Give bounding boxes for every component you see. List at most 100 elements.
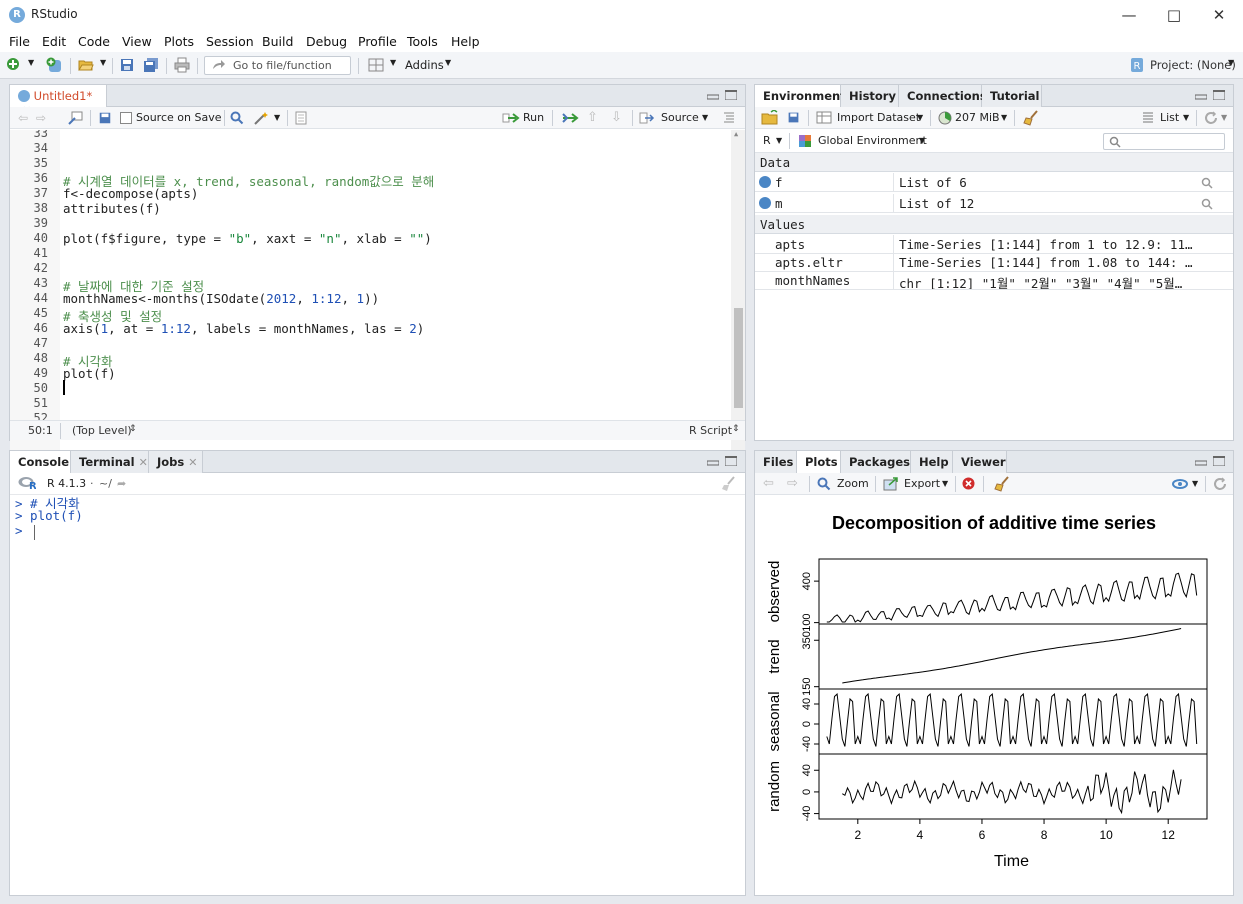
publish-dropdown-icon[interactable]: ▼ [1192, 479, 1198, 488]
open-file-icon[interactable] [78, 57, 94, 73]
forward-arrow-icon[interactable]: ⇨ [36, 111, 46, 125]
code-tools-wand-icon[interactable] [253, 111, 269, 125]
tab-packages[interactable]: Packages [841, 451, 911, 473]
export-dropdown-icon[interactable]: ▼ [942, 479, 948, 488]
menu-build[interactable]: Build [262, 34, 293, 49]
close-terminal-icon[interactable]: ✕ [139, 456, 148, 469]
maximize-button[interactable]: □ [1151, 0, 1197, 30]
compile-report-icon[interactable] [294, 111, 308, 125]
clear-plots-broom-icon[interactable] [994, 476, 1010, 492]
clear-workspace-broom-icon[interactable] [1023, 110, 1039, 126]
project-dropdown-icon[interactable]: ▼ [1228, 58, 1234, 67]
view-object-icon[interactable] [1201, 177, 1213, 189]
memory-usage[interactable]: 207 MiB [955, 111, 1000, 124]
tab-history[interactable]: History [841, 85, 899, 107]
menu-plots[interactable]: Plots [164, 34, 194, 49]
outline-icon[interactable] [723, 111, 735, 123]
tab-plots[interactable]: Plots [797, 451, 841, 474]
view-mode-dropdown-icon[interactable]: ▼ [1183, 113, 1189, 122]
previous-plot-icon[interactable]: ⇦ [763, 476, 774, 491]
menu-code[interactable]: Code [78, 34, 110, 49]
language-dropdown-icon[interactable]: ▼ [776, 136, 782, 145]
tab-connections[interactable]: Connections [899, 85, 987, 107]
expand-object-icon[interactable] [759, 176, 771, 188]
minimize-pane-icon[interactable] [1195, 456, 1207, 466]
maximize-pane-icon[interactable] [725, 456, 737, 466]
addins-dropdown-icon[interactable]: ▼ [445, 58, 451, 67]
load-workspace-icon[interactable] [761, 110, 779, 125]
env-value-row[interactable]: apts Time-Series [1:144] from 1 to 12.9:… [755, 235, 1233, 254]
new-file-icon[interactable] [6, 57, 22, 73]
maximize-pane-icon[interactable] [725, 90, 737, 100]
search-icon[interactable] [230, 111, 244, 125]
close-jobs-icon[interactable]: ✕ [188, 456, 197, 469]
expand-object-icon[interactable] [759, 197, 771, 209]
close-button[interactable]: ✕ [1196, 0, 1242, 30]
env-value-row[interactable]: apts.eltr Time-Series [1:144] from 1.08 … [755, 253, 1233, 272]
pane-layout-icon[interactable] [368, 57, 384, 73]
export-button[interactable]: Export [904, 477, 940, 490]
tab-environment[interactable]: Environment [755, 85, 846, 108]
pane-layout-dropdown-icon[interactable]: ▼ [390, 58, 396, 67]
file-type-updown-icon[interactable]: ⇕ [732, 424, 740, 434]
new-project-icon[interactable] [46, 57, 62, 73]
goto-file-input[interactable]: Go to file/function [204, 56, 351, 75]
scope-dropdown-icon[interactable]: ▼ [919, 136, 925, 145]
rerun-icon[interactable] [561, 112, 581, 124]
project-menu[interactable]: Project: (None) [1150, 58, 1236, 72]
show-in-window-icon[interactable] [68, 111, 83, 125]
refresh-icon[interactable] [1204, 111, 1218, 125]
save-workspace-icon[interactable] [787, 111, 800, 124]
save-icon[interactable] [119, 57, 135, 73]
goto-directory-icon[interactable]: ➦ [117, 477, 126, 490]
language-selector[interactable]: R [763, 134, 771, 147]
tab-terminal[interactable]: Terminal ✕ [71, 451, 149, 473]
menu-help[interactable]: Help [451, 34, 480, 49]
maximize-pane-icon[interactable] [1213, 456, 1225, 466]
environment-search-input[interactable] [1103, 133, 1225, 150]
back-arrow-icon[interactable]: ⇦ [18, 111, 28, 125]
env-data-row[interactable]: f List of 6 [755, 173, 1233, 192]
minimize-button[interactable]: — [1106, 0, 1152, 30]
scope-selector[interactable]: (Top Level) [72, 424, 132, 437]
env-value-row[interactable]: monthNames chr [1:12] "1월" "2월" "3월" "4월… [755, 271, 1233, 290]
tab-files[interactable]: Files [755, 451, 797, 473]
menu-debug[interactable]: Debug [306, 34, 347, 49]
view-mode-selector[interactable]: List [1160, 111, 1179, 124]
menu-tools[interactable]: Tools [407, 34, 438, 49]
source-on-save-checkbox[interactable] [120, 112, 132, 124]
save-all-icon[interactable] [143, 57, 159, 73]
menu-session[interactable]: Session [206, 34, 254, 49]
source-button[interactable]: Source [661, 111, 699, 124]
open-recent-dropdown-icon[interactable]: ▼ [100, 58, 106, 67]
memory-dropdown-icon[interactable]: ▼ [1001, 113, 1007, 122]
maximize-pane-icon[interactable] [1213, 90, 1225, 100]
minimize-pane-icon[interactable] [1195, 90, 1207, 100]
tab-console[interactable]: Console [10, 451, 71, 474]
minimize-pane-icon[interactable] [707, 90, 719, 100]
menu-view[interactable]: View [122, 34, 152, 49]
source-dropdown-icon[interactable]: ▼ [702, 113, 708, 122]
view-object-icon[interactable] [1201, 198, 1213, 210]
menu-profile[interactable]: Profile [358, 34, 397, 49]
tab-untitled1[interactable]: Untitled1* ✕ [10, 85, 107, 117]
refresh-plot-icon[interactable] [1213, 477, 1227, 491]
addins-menu[interactable]: Addins [405, 58, 444, 72]
console-output[interactable]: > # 시각화 > plot(f) > [10, 495, 745, 895]
menu-file[interactable]: File [9, 34, 30, 49]
scroll-up-icon[interactable]: ▲ [734, 130, 738, 138]
code-editor[interactable]: 33 34 35 36 37 38 39 40 41 42 43 44 45 4… [10, 130, 745, 466]
save-source-icon[interactable] [98, 111, 112, 125]
previous-section-icon[interactable]: ⇧ [587, 110, 598, 125]
environment-scope-selector[interactable]: Global Environment [818, 134, 927, 147]
next-section-icon[interactable]: ⇩ [611, 110, 622, 125]
import-dataset-button[interactable]: Import Dataset [837, 111, 920, 124]
zoom-button[interactable]: Zoom [837, 477, 869, 490]
run-button[interactable]: Run [523, 111, 544, 124]
menu-edit[interactable]: Edit [42, 34, 66, 49]
tab-tutorial[interactable]: Tutorial [982, 85, 1042, 107]
scroll-thumb[interactable] [734, 308, 743, 408]
print-icon[interactable] [174, 57, 190, 73]
import-dataset-dropdown-icon[interactable]: ▼ [917, 113, 923, 122]
tab-jobs[interactable]: Jobs ✕ [149, 451, 203, 473]
